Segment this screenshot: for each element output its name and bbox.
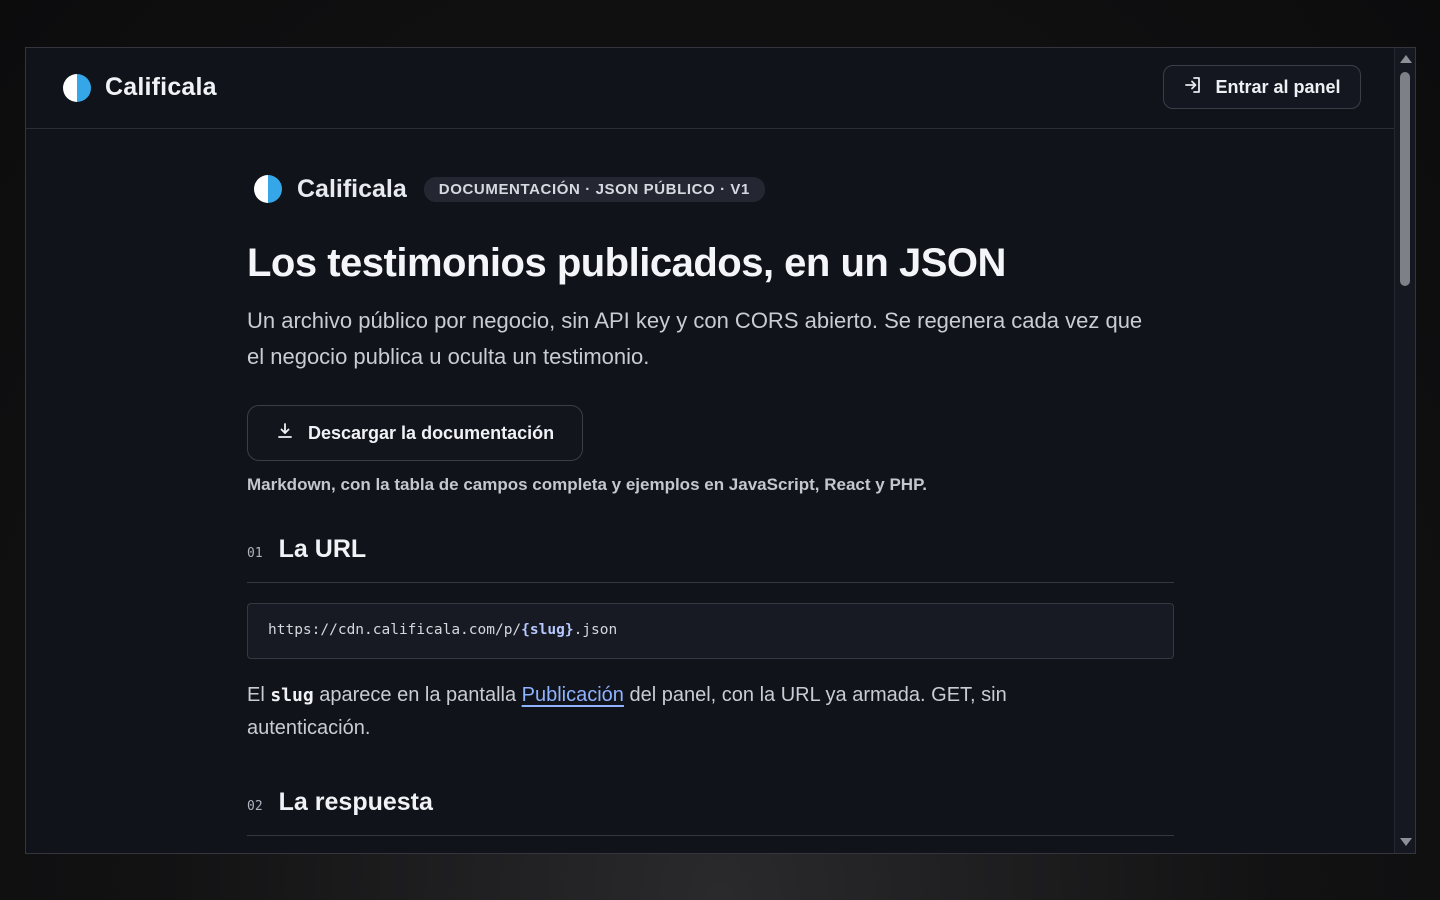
login-icon xyxy=(1183,75,1203,100)
login-button[interactable]: Entrar al panel xyxy=(1163,65,1361,109)
download-icon xyxy=(276,422,294,445)
code-prefix: https://cdn.calificala.com/p/ xyxy=(268,622,522,638)
login-label: Entrar al panel xyxy=(1215,76,1341,97)
doc-logo-mark-icon xyxy=(254,175,282,203)
download-note: Markdown, con la tabla de campos complet… xyxy=(247,475,927,494)
top-navbar: Calificala Entrar al panel xyxy=(26,48,1394,129)
doc-content: Calificala DOCUMENTACIÓN · JSON PÚBLICO … xyxy=(247,173,1174,836)
download-docs-button[interactable]: Descargar la documentación xyxy=(247,405,583,461)
scroll-up-arrow-icon[interactable] xyxy=(1400,55,1412,63)
section-title: La respuesta xyxy=(278,788,433,816)
url-code-block[interactable]: https://cdn.calificala.com/p/{slug}.json xyxy=(247,603,1174,659)
doc-header: Calificala DOCUMENTACIÓN · JSON PÚBLICO … xyxy=(247,173,1174,205)
logo-mark-icon xyxy=(63,73,91,102)
lead-text: Un archivo público por negocio, sin API … xyxy=(247,308,1143,369)
text-segment: aparece en la pantalla xyxy=(313,684,522,706)
brand-name: Calificala xyxy=(105,73,217,101)
url-description: El slug aparece en la pantalla Publicaci… xyxy=(247,679,1077,744)
page-title: Los testimonios publicados, en un JSON xyxy=(247,241,1006,285)
scroll-down-arrow-icon[interactable] xyxy=(1400,838,1412,846)
section-number: 02 xyxy=(247,799,263,814)
scrollbar[interactable] xyxy=(1394,48,1415,853)
section-title: La URL xyxy=(278,535,367,563)
inline-code-slug: slug xyxy=(270,685,314,706)
section-heading-url: 01 La URL xyxy=(247,535,1174,583)
section-heading-response: 02 La respuesta xyxy=(247,788,1174,836)
doc-badge: DOCUMENTACIÓN · JSON PÚBLICO · V1 xyxy=(423,176,765,202)
scroll-thumb[interactable] xyxy=(1400,72,1410,286)
browser-window: Calificala Entrar al panel Calificala DO… xyxy=(25,47,1416,854)
download-label: Descargar la documentación xyxy=(308,422,555,443)
doc-brand-name: Calificala xyxy=(297,174,407,203)
section-number: 01 xyxy=(247,546,263,561)
brand[interactable]: Calificala xyxy=(63,73,217,102)
code-suffix: .json xyxy=(573,622,618,638)
text-segment: El xyxy=(247,684,271,706)
publicacion-link[interactable]: Publicación xyxy=(522,684,624,706)
code-slug: {slug} xyxy=(521,622,574,638)
